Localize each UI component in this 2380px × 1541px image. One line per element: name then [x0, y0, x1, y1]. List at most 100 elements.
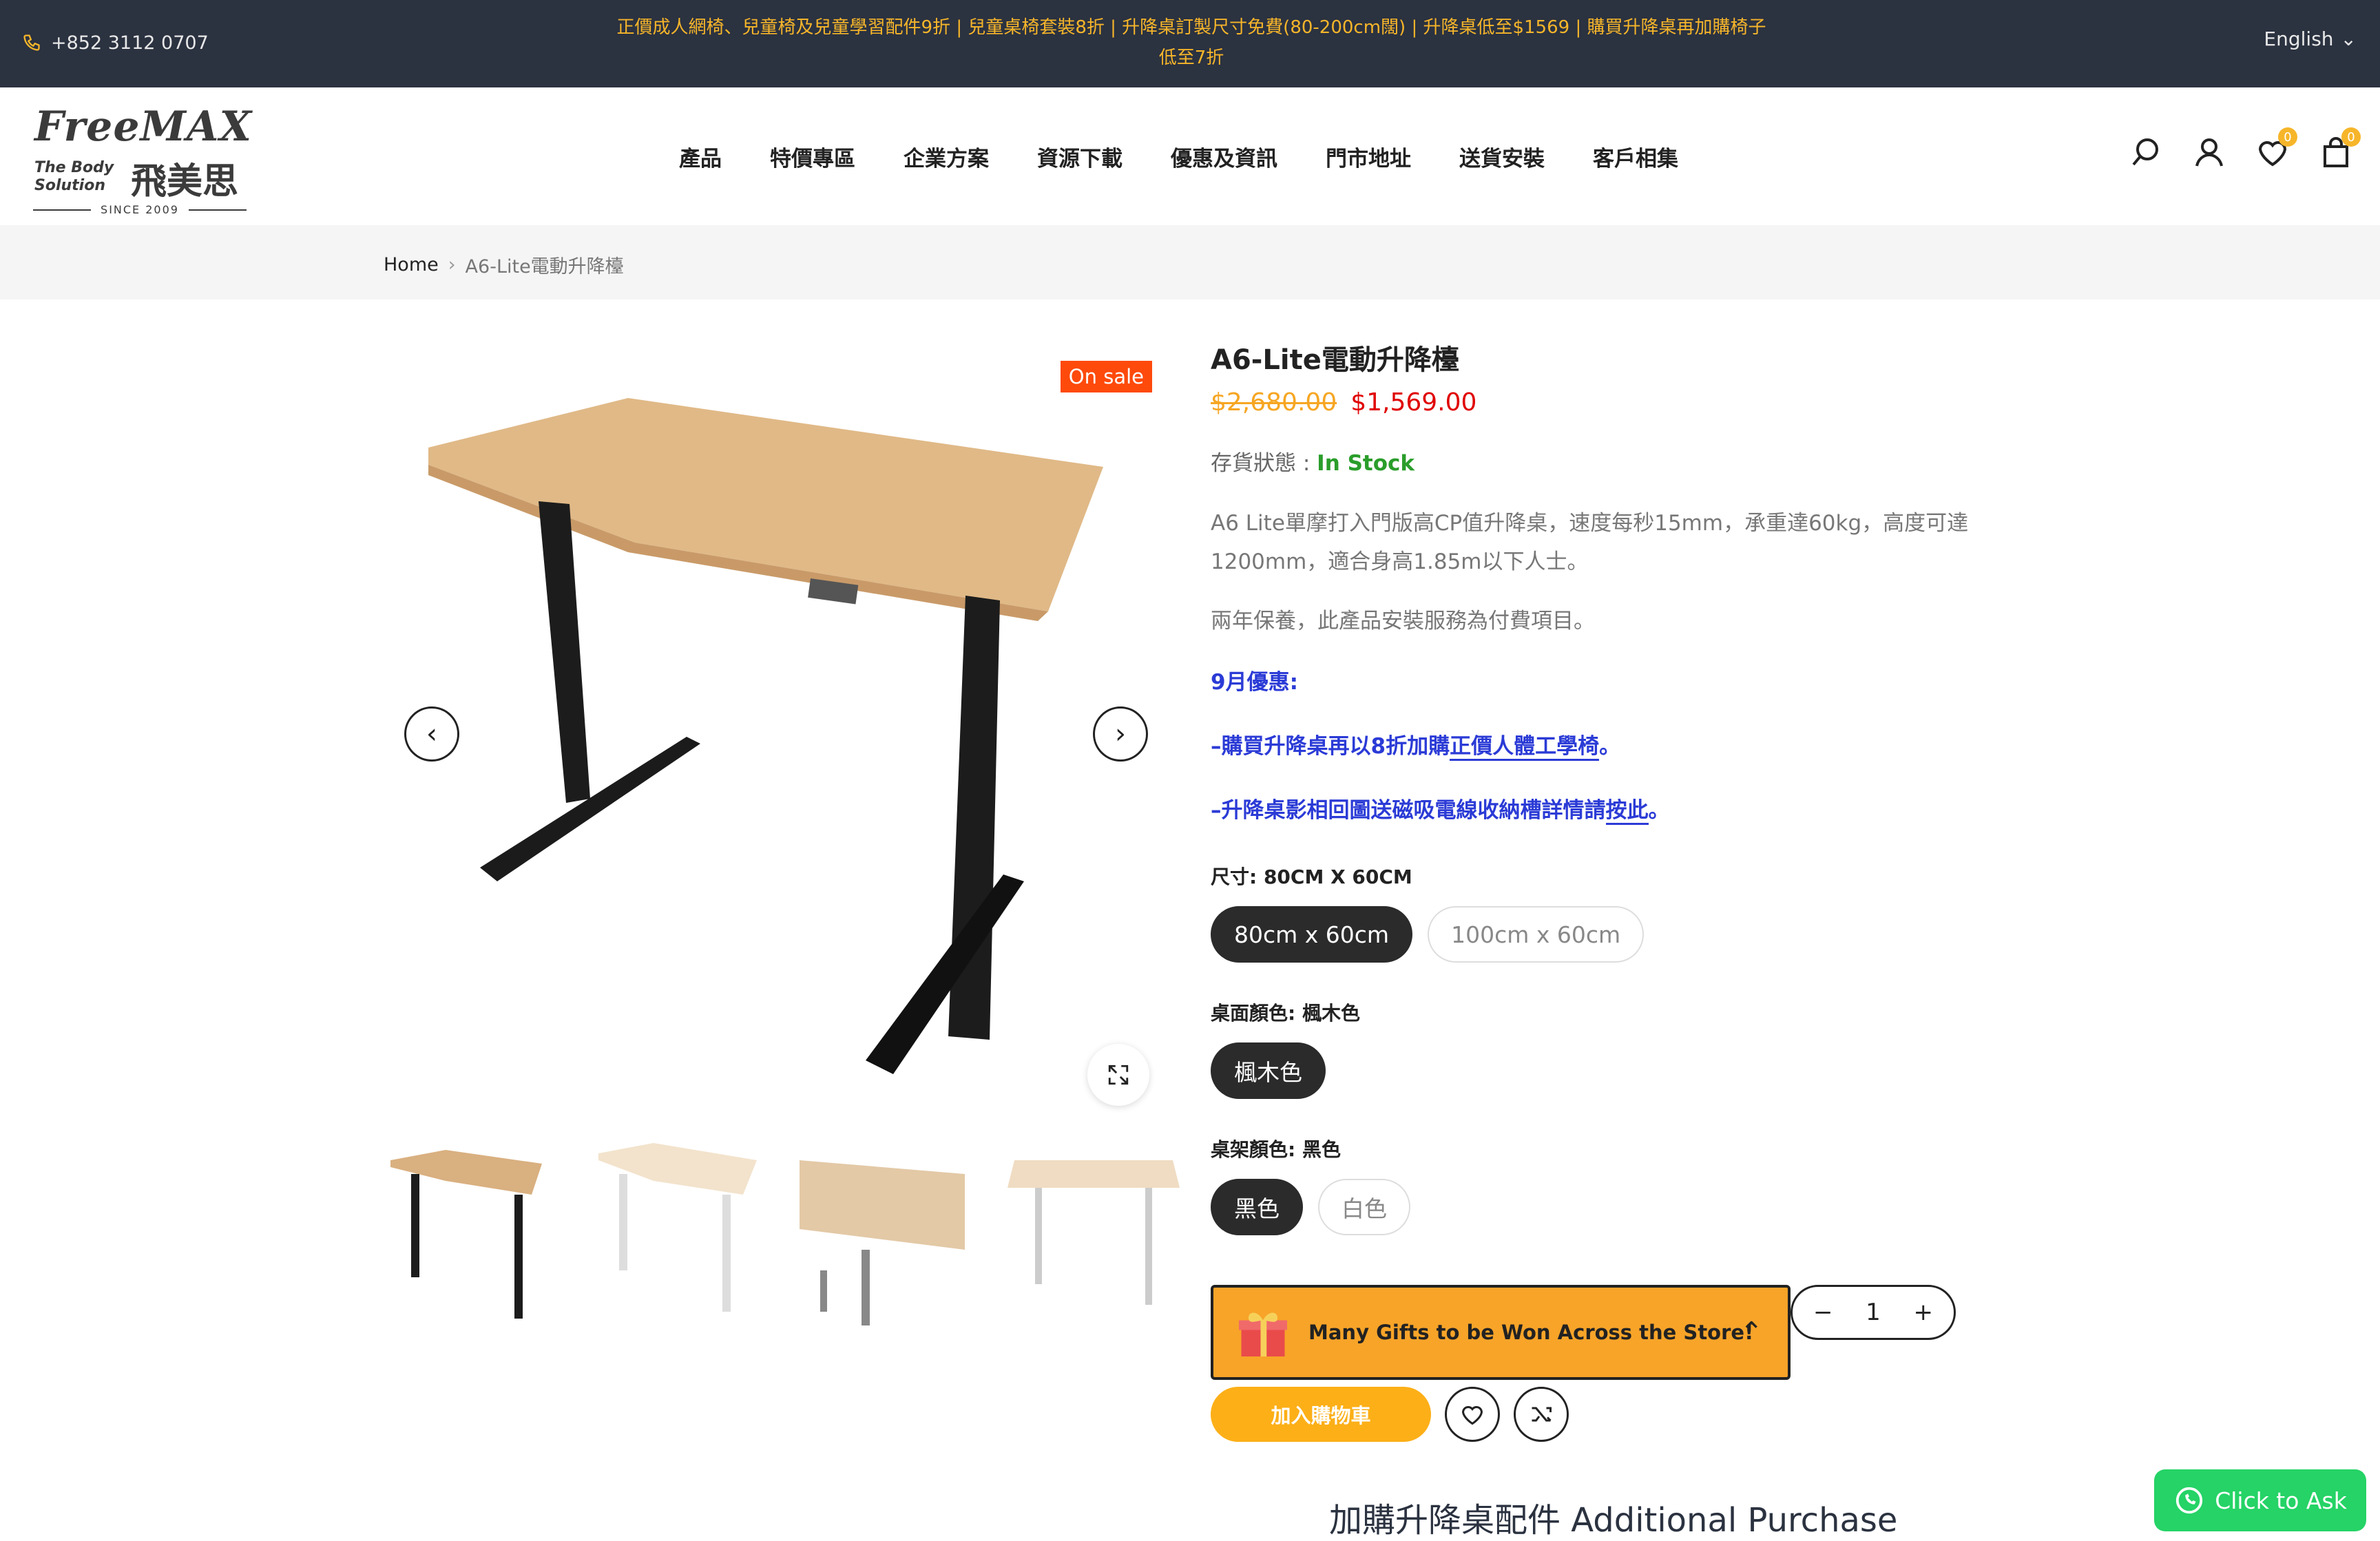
phone-link[interactable]: +852 3112 0707: [22, 29, 209, 56]
size-option-100x60[interactable]: 100cm x 60cm: [1428, 906, 1645, 963]
product-description: A6 Lite單摩打入門版高CP值升降桌，速度每秒15mm，承重達60kg，高度…: [1211, 504, 2010, 581]
on-sale-badge: On sale: [1060, 361, 1152, 392]
promo-2-text: –升降桌影相回圖送磁吸電線收納槽詳情請: [1211, 798, 1606, 823]
chevron-down-icon: ⌄: [2340, 28, 2357, 50]
decrease-quantity-button[interactable]: −: [1813, 1299, 1833, 1326]
size-label: 尺寸: 80CM X 60CM: [1211, 866, 1412, 888]
price-block: $2,680.00 $1,569.00: [1211, 388, 2010, 417]
top-color-options: 楓木色: [1211, 1042, 2010, 1099]
thumbnail-strip: [384, 1133, 1181, 1325]
add-to-cart-button[interactable]: 加入購物車: [1211, 1387, 1431, 1442]
main-nav: 產品 特價專區 企業方案 資源下載 優惠及資訊 門市地址 送貨安裝 客戶相集: [679, 141, 1678, 172]
language-selector[interactable]: English ⌄: [2264, 28, 2357, 50]
nav-item-gallery[interactable]: 客戶相集: [1593, 141, 1678, 172]
shuffle-icon: [1532, 1407, 1552, 1422]
zoom-button[interactable]: [1087, 1044, 1149, 1106]
logo-sub-line2: Solution: [34, 177, 105, 194]
chevron-left-icon: ‹: [426, 718, 437, 750]
nav-item-enterprise[interactable]: 企業方案: [904, 141, 989, 172]
size-options: 80cm x 60cm 100cm x 60cm: [1211, 906, 2010, 963]
logo-sub-text: The Body Solution: [34, 159, 114, 195]
wishlist-count-badge: 0: [2278, 127, 2297, 147]
cart-button[interactable]: 0: [2319, 127, 2361, 169]
search-button[interactable]: [2129, 136, 2162, 169]
frame-color-label: 桌架顏色: 黑色: [1211, 1138, 1341, 1161]
nav-item-stores[interactable]: 門市地址: [1326, 141, 1411, 172]
description-line-2: 1200mm，適合身高1.85m以下人士。: [1211, 549, 1589, 574]
thumbnail-1[interactable]: [384, 1133, 557, 1325]
nav-item-specials[interactable]: 特價專區: [770, 141, 855, 172]
wishlist-button[interactable]: 0: [2256, 127, 2297, 169]
logo-main-text: FreeMAX: [34, 103, 253, 151]
announcement-line-2: 低至7折: [1158, 48, 1224, 68]
product-info: A6-Lite電動升降檯 $2,680.00 $1,569.00 存貨狀態 : …: [1211, 337, 2010, 1235]
stock-value: In Stock: [1317, 451, 1415, 476]
language-label: English: [2264, 28, 2334, 50]
top-color-maple[interactable]: 楓木色: [1211, 1042, 1326, 1099]
thumbnail-4[interactable]: [1008, 1133, 1181, 1325]
main-product-image[interactable]: [384, 351, 1155, 1115]
logo-since-text: SINCE 2009: [101, 203, 179, 216]
size-option-80x60[interactable]: 80cm x 60cm: [1211, 906, 1413, 963]
nav-item-offers[interactable]: 優惠及資訊: [1171, 141, 1277, 172]
header-icons: 0 0: [2129, 127, 2361, 169]
frame-color-white[interactable]: 白色: [1318, 1179, 1410, 1235]
logo-since: SINCE 2009: [33, 203, 247, 216]
logo[interactable]: FreeMAX The Body Solution 飛美思 SINCE 2009: [33, 103, 251, 216]
quantity-stepper: − 1 +: [1791, 1285, 1956, 1340]
logo-sub-line1: The Body: [34, 159, 114, 176]
increase-quantity-button[interactable]: +: [1913, 1299, 1933, 1326]
chevron-right-icon: ›: [448, 254, 456, 275]
stock-status: 存貨狀態 : In Stock: [1211, 445, 2010, 476]
promo-2-end: 。: [1648, 798, 1670, 823]
product-gallery: On sale ‹ ›: [384, 351, 1155, 1115]
chevron-right-icon: ›: [1115, 718, 1126, 750]
frame-color-black[interactable]: 黑色: [1211, 1179, 1303, 1235]
announcement-bar: +852 3112 0707 正價成人網椅、兒童椅及兒童學習配件9折 | 兒童桌…: [0, 0, 2380, 87]
whatsapp-button[interactable]: Click to Ask: [2154, 1469, 2366, 1531]
additional-purchase-heading: 加購升降桌配件 Additional Purchase: [1329, 1501, 1898, 1540]
breadcrumb-home[interactable]: Home: [384, 254, 439, 275]
ergonomic-chair-link[interactable]: 正價人體工學椅: [1450, 734, 1600, 761]
nav-item-downloads[interactable]: 資源下載: [1037, 141, 1123, 172]
gift-icon: [1239, 1312, 1287, 1356]
announcement-text: 正價成人網椅、兒童椅及兒童學習配件9折 | 兒童桌椅套裝8折 | 升降桌訂製尺寸…: [606, 12, 1777, 73]
promo-1-text: –購買升降桌再以8折加購: [1211, 734, 1450, 759]
account-button[interactable]: [2193, 136, 2226, 169]
expand-icon: [1108, 1065, 1129, 1085]
quantity-value[interactable]: 1: [1866, 1299, 1881, 1326]
original-price: $2,680.00: [1211, 388, 1337, 417]
cart-count-badge: 0: [2341, 127, 2361, 147]
phone-icon: [23, 34, 40, 51]
details-link[interactable]: 按此: [1605, 798, 1649, 825]
gift-banner-text: Many Gifts to be Won Across the Store!: [1308, 1321, 1754, 1344]
whatsapp-icon: [2176, 1487, 2203, 1514]
description-line-1: A6 Lite單摩打入門版高CP值升降桌，速度每秒15mm，承重達60kg，高度…: [1211, 511, 1969, 536]
gift-banner[interactable]: Many Gifts to be Won Across the Store! ⌃: [1211, 1285, 1791, 1380]
nav-item-products[interactable]: 產品: [679, 141, 722, 172]
compare-button[interactable]: [1514, 1387, 1569, 1442]
nav-item-delivery[interactable]: 送貨安裝: [1459, 141, 1545, 172]
promo-line-1: –購買升降桌再以8折加購正價人體工學椅。: [1211, 728, 2010, 761]
gallery-next-button[interactable]: ›: [1093, 706, 1148, 762]
breadcrumb: Home › A6-Lite電動升降檯: [0, 225, 2380, 300]
announcement-line-1: 正價成人網椅、兒童椅及兒童學習配件9折 | 兒童桌椅套裝8折 | 升降桌訂製尺寸…: [616, 17, 1766, 38]
search-icon: [2132, 138, 2158, 166]
thumbnail-2[interactable]: [592, 1133, 765, 1325]
whatsapp-label: Click to Ask: [2215, 1487, 2347, 1514]
warranty-note: 兩年保養，此產品安裝服務為付費項目。: [1211, 609, 1595, 633]
stock-label: 存貨狀態 :: [1211, 451, 1311, 476]
product-title: A6-Lite電動升降檯: [1211, 344, 1459, 376]
add-to-wishlist-button[interactable]: [1445, 1387, 1500, 1442]
chevron-up-icon[interactable]: ⌃: [1740, 1317, 1763, 1348]
promo-line-2: –升降桌影相回圖送磁吸電線收納槽詳情請按此。: [1211, 793, 2010, 825]
breadcrumb-current: A6-Lite電動升降檯: [465, 256, 624, 277]
gallery-prev-button[interactable]: ‹: [404, 706, 459, 762]
top-color-label: 桌面顏色: 楓木色: [1211, 1002, 1360, 1025]
heart-icon: [1461, 1406, 1483, 1425]
sale-price: $1,569.00: [1350, 388, 1477, 417]
thumbnail-3[interactable]: [800, 1133, 973, 1325]
logo-chinese: 飛美思: [131, 161, 239, 202]
phone-number: +852 3112 0707: [51, 32, 209, 54]
promo-1-end: 。: [1599, 734, 1621, 759]
